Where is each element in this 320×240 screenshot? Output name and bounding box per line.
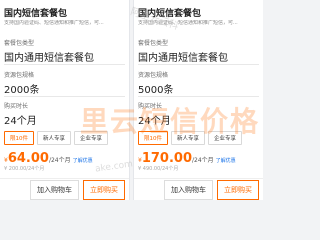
price-unit: /24个月 <box>192 157 214 164</box>
package-card-2000: 国内短信套餐包 支持国内验证码、短信通知和推广短信，可... 套餐包类型 国内通… <box>0 0 130 200</box>
divider <box>138 96 259 97</box>
divider <box>4 96 125 97</box>
price: ¥170.00/24个月 了解优惠 <box>138 147 236 166</box>
tag-limit-10[interactable]: 限10件 <box>138 131 168 145</box>
add-to-cart-button[interactable]: 加入购物车 <box>164 179 213 200</box>
spec-value[interactable]: 5000条 <box>138 81 173 96</box>
duration-label: 购买时长 <box>138 103 163 110</box>
spec-label: 资源包规格 <box>4 72 35 79</box>
price-amount: 170.00 <box>141 151 192 166</box>
original-price: ¥ 200.00/24个月 <box>4 166 45 172</box>
tag-enterprise[interactable]: 企业专享 <box>74 131 109 145</box>
card-title: 国内短信套餐包 <box>138 9 202 19</box>
card-footer: 加入购物车 立即购买 <box>134 178 263 200</box>
card-title: 国内短信套餐包 <box>4 9 68 19</box>
tag-row: 限10件 新人专享 企业专享 <box>138 131 243 145</box>
tag-enterprise[interactable]: 企业专享 <box>208 131 243 145</box>
card-footer: 加入购物车 立即购买 <box>0 178 129 200</box>
package-type-label: 套餐包类型 <box>4 40 35 47</box>
tag-new-user[interactable]: 新人专享 <box>171 131 206 145</box>
price-unit: /24个月 <box>48 157 71 164</box>
tag-new-user[interactable]: 新人专享 <box>37 131 72 145</box>
buy-now-button[interactable]: 立即购买 <box>83 179 125 200</box>
spec-value[interactable]: 2000条 <box>4 81 39 96</box>
discount-link[interactable]: 了解优惠 <box>216 158 236 164</box>
package-card-5000: 国内短信套餐包 支持国内验证码、短信通知和推广短信，可... 套餐包类型 国内通… <box>133 0 263 200</box>
package-type-value: 国内通用短信套餐包 <box>138 53 228 64</box>
price: ¥64.00/24个月 了解优惠 <box>4 147 93 166</box>
tag-limit-10[interactable]: 限10件 <box>4 131 34 145</box>
duration-value[interactable]: 24个月 <box>4 112 37 127</box>
buy-now-button[interactable]: 立即购买 <box>217 179 259 200</box>
spec-label: 资源包规格 <box>138 72 169 79</box>
price-amount: 64.00 <box>7 151 49 166</box>
tag-row: 限10件 新人专享 企业专享 <box>4 131 109 145</box>
duration-value[interactable]: 24个月 <box>138 112 171 127</box>
card-description: 支持国内验证码、短信通知和推广短信，可... <box>4 20 104 26</box>
discount-link[interactable]: 了解优惠 <box>73 158 93 164</box>
package-type-label: 套餐包类型 <box>138 40 169 47</box>
original-price: ¥ 490.00/24个月 <box>138 166 179 172</box>
package-type-value: 国内通用短信套餐包 <box>4 53 94 64</box>
divider <box>138 64 259 65</box>
card-description: 支持国内验证码、短信通知和推广短信，可... <box>138 20 238 26</box>
divider <box>4 64 125 65</box>
duration-label: 购买时长 <box>4 103 29 110</box>
add-to-cart-button[interactable]: 加入购物车 <box>30 179 79 200</box>
